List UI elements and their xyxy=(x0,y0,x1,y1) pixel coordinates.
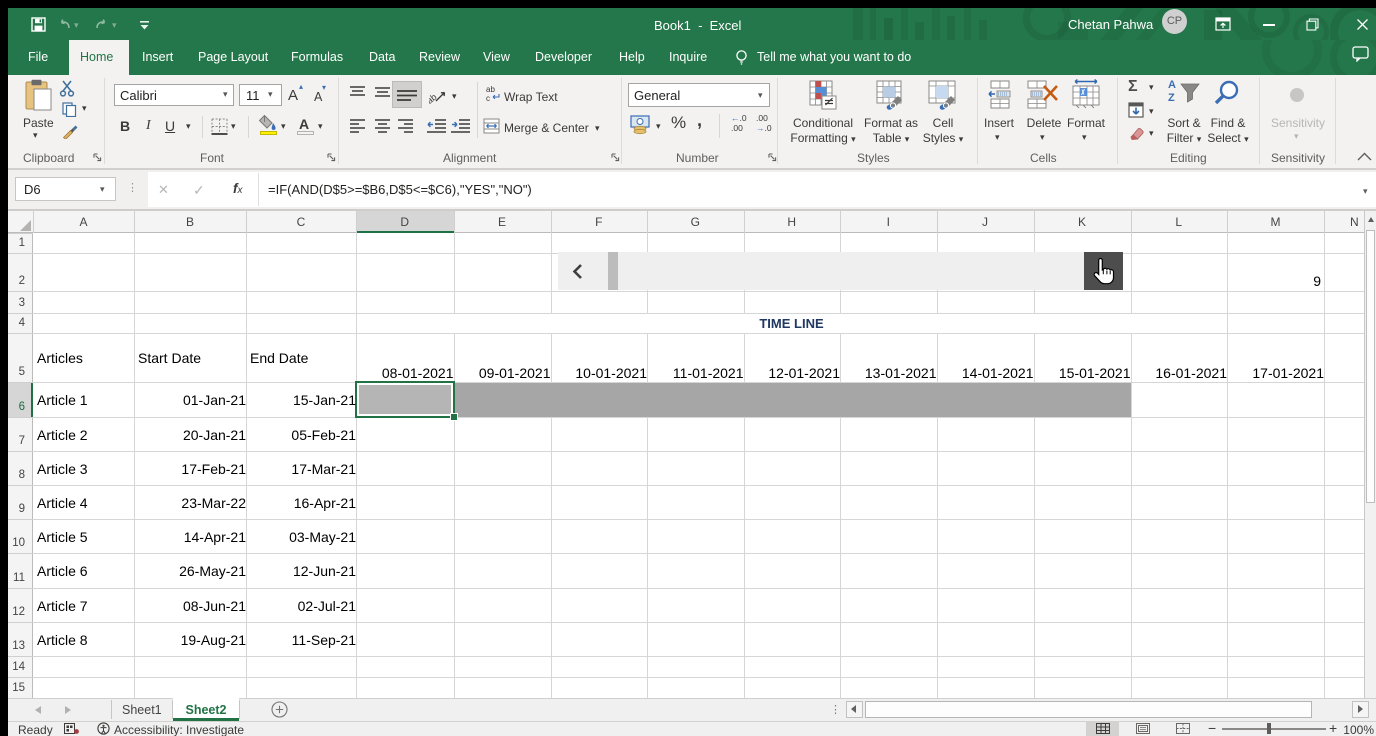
svg-text:c: c xyxy=(486,94,490,102)
svg-text:ab: ab xyxy=(429,92,439,104)
svg-text:ab: ab xyxy=(486,85,495,94)
